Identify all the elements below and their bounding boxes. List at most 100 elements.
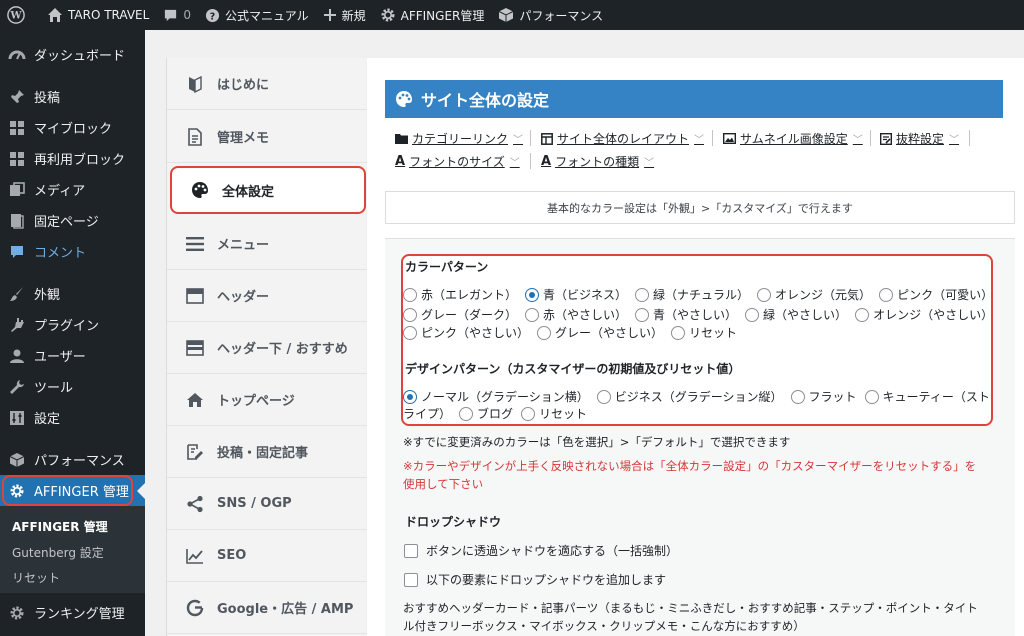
site-name-link[interactable]: TARO TRAVEL (40, 0, 156, 30)
design-pattern-row-2: ライプ） ブログ リセット (403, 405, 595, 422)
affinger-admin-link[interactable]: AFFINGER管理 (373, 0, 492, 30)
grid-blocks-icon (8, 119, 26, 137)
radio-business-gradient-vertical[interactable]: ビジネス（グラデーション縦） (596, 388, 783, 405)
radio-pink-soft[interactable]: ピンク（やさしい） (403, 324, 529, 341)
radio-blog[interactable]: ブログ (459, 405, 513, 422)
chevron-down-icon: ﹀ (852, 135, 863, 146)
checkbox-element-shadow[interactable]: 以下の要素にドロップシャドウを追加します (404, 571, 666, 588)
radio-flat[interactable]: フラット (790, 388, 857, 405)
menu-pages[interactable]: 固定ページ (0, 205, 145, 236)
radio-cutie-stripe[interactable]: キューティー（スト (864, 388, 990, 405)
chevron-down-icon: ﹀ (644, 158, 655, 169)
nav-menu[interactable]: メニュー (167, 218, 367, 270)
manual-label: 公式マニュアル (224, 8, 309, 23)
menu-comments[interactable]: コメント (0, 236, 145, 267)
radio-color-reset[interactable]: リセット (671, 324, 737, 341)
submenu-affinger-admin[interactable]: AFFINGER 管理 (12, 518, 108, 535)
nav-posts-pages[interactable]: 投稿・固定記事 (167, 426, 367, 478)
menu-media-label: メディア (34, 184, 86, 199)
palette-icon (190, 180, 210, 200)
gear-icon (381, 8, 395, 22)
menu-media[interactable]: メディア (0, 174, 145, 205)
tab-font-size[interactable]: A フォントのサイズ ﹀ (395, 153, 520, 170)
radio-circle (403, 287, 417, 302)
radio-pink-cute[interactable]: ピンク（可愛い） (879, 286, 993, 303)
radio-normal-gradient-horizontal[interactable]: ノーマル（グラデーション横） (403, 388, 589, 405)
new-content-link[interactable]: 新規 (316, 0, 373, 30)
radio-orange-soft[interactable]: オレンジ（やさしい） (855, 306, 993, 323)
nav-getting-started[interactable]: はじめに (167, 58, 367, 110)
layout-icon (541, 132, 553, 145)
radio-blue-soft[interactable]: 青（やさしい） (635, 306, 737, 323)
radio-red-elegant[interactable]: 赤（エレガント） (403, 286, 517, 303)
radio-green-natural[interactable]: 緑（ナチュラル） (635, 286, 749, 303)
nav-label: ヘッダー (217, 290, 270, 305)
manual-link[interactable]: ? 公式マニュアル (198, 0, 316, 30)
highlight-outline-affinger (2, 475, 133, 506)
menu-posts[interactable]: 投稿 (0, 81, 145, 112)
tab-excerpt-settings[interactable]: 抜粋設定 ﹀ (880, 130, 959, 147)
radio-blue-business[interactable]: 青（ビジネス） (525, 286, 627, 303)
nav-label: 管理メモ (217, 131, 270, 146)
folder-icon (395, 134, 408, 144)
radio-gray-soft[interactable]: グレー（やさしい） (537, 324, 663, 341)
pushpin-icon (8, 88, 26, 106)
settings-main-panel: サイト全体の設定 カテゴリーリンク ﹀ サイト全体のレイアウト ﹀ サムネイル画… (367, 58, 1024, 636)
menu-ranking-label: ランキング管理 (34, 607, 125, 622)
radio-label: リセット (539, 407, 588, 421)
nav-below-header[interactable]: ヘッダー下 / おすすめ (167, 322, 367, 374)
nav-header[interactable]: ヘッダー (167, 270, 367, 322)
menu-tools[interactable]: ツール (0, 371, 145, 402)
wordpress-logo-icon[interactable]: W (0, 0, 40, 30)
menu-posts-label: 投稿 (34, 91, 61, 106)
radio-orange-energetic[interactable]: オレンジ（元気） (757, 286, 871, 303)
tab-site-layout[interactable]: サイト全体のレイアウト ﹀ (541, 130, 704, 147)
radio-green-soft[interactable]: 緑（やさしい） (745, 306, 847, 323)
nav-label: 投稿・固定記事 (217, 446, 309, 461)
menu-settings[interactable]: 設定 (0, 402, 145, 433)
radio-label: ピンク（やさしい） (421, 326, 530, 340)
nav-sns-ogp[interactable]: SNS / OGP (167, 478, 367, 530)
wrench-icon (8, 378, 26, 396)
nav-global-settings[interactable]: 全体設定 (170, 166, 366, 214)
radio-gray-dark[interactable]: グレー（ダーク） (403, 306, 517, 323)
settings-sliders-icon (8, 409, 26, 427)
tab-thumbnail-settings[interactable]: サムネイル画像設定 ﹀ (723, 130, 863, 147)
checkbox-box (404, 543, 418, 558)
menu-settings-label: 設定 (34, 412, 61, 427)
menu-my-blocks-label: マイブロック (34, 122, 113, 137)
performance-link[interactable]: パフォーマンス (491, 0, 610, 30)
current-menu-arrow (137, 483, 145, 499)
tab-category-link[interactable]: カテゴリーリンク ﹀ (395, 130, 523, 147)
tab-font-family[interactable]: A フォントの種類 ﹀ (541, 153, 654, 170)
submenu-reset[interactable]: リセット (12, 569, 60, 586)
nav-top-page[interactable]: トップページ (167, 374, 367, 426)
nav-label: メニュー (217, 238, 270, 253)
radio-design-reset[interactable]: リセット (521, 405, 587, 422)
plugin-settings-nav: はじめに 管理メモ 全体設定 メニュー ヘッダー ヘッダー下 / おすすめ トッ… (166, 58, 367, 636)
color-default-hint: ※すでに変更済みのカラーは「色を選択」>「デフォルト」で選択できます (403, 435, 791, 449)
menu-ranking-admin[interactable]: ランキング管理 (0, 597, 145, 628)
tab-label: 抜粋設定 (896, 132, 945, 146)
menu-dashboard[interactable]: ダッシュボード (0, 39, 145, 70)
radio-label: 緑（やさしい） (763, 308, 848, 322)
menu-reusable-blocks[interactable]: 再利用ブロック (0, 143, 145, 174)
menu-plugins[interactable]: プラグイン (0, 309, 145, 340)
menu-performance[interactable]: パフォーマンス (0, 444, 145, 475)
nav-admin-memo[interactable]: 管理メモ (167, 111, 367, 163)
comments-link[interactable]: 0 (156, 0, 198, 30)
submenu-gutenberg-settings[interactable]: Gutenberg 設定 (12, 544, 104, 561)
admin-bar: W TARO TRAVEL 0 ? 公式マニュアル 新規 AFFINGER管理 … (0, 0, 1024, 30)
checkbox-button-shadow[interactable]: ボタンに透過シャドウを適応する（一括強制） (404, 542, 678, 559)
chevron-down-icon: ﹀ (509, 158, 520, 169)
font-a-icon: A (395, 154, 406, 169)
question-circle-icon: ? (205, 8, 220, 22)
menu-appearance[interactable]: 外観 (0, 278, 145, 309)
radio-red-soft[interactable]: 赤（やさしい） (525, 306, 627, 323)
radio-circle (403, 307, 417, 322)
menu-users[interactable]: ユーザー (0, 340, 145, 371)
menu-my-blocks[interactable]: マイブロック (0, 112, 145, 143)
nav-seo[interactable]: SEO (167, 530, 367, 582)
nav-google-ads-amp[interactable]: Google・広告 / AMP (167, 582, 367, 634)
menu-dashboard-label: ダッシュボード (34, 49, 126, 64)
